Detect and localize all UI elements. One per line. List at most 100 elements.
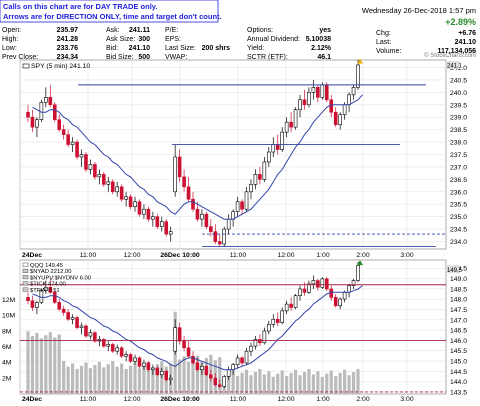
candle [307, 92, 311, 106]
candle [133, 201, 137, 208]
candle [249, 345, 253, 352]
candle [155, 367, 160, 376]
candle [110, 181, 115, 193]
candle [30, 116, 35, 128]
candle [302, 99, 307, 106]
x-tick-label: 24Dec [22, 396, 42, 403]
summary-value: 241.10 [455, 39, 477, 46]
volume-bar [262, 374, 266, 394]
candle [275, 144, 280, 150]
candle [320, 278, 325, 288]
candle [204, 213, 209, 227]
summary-label: Volume: [376, 48, 401, 55]
trade-note: Calls on this chart are for DAY TRADE on… [0, 0, 222, 23]
volume-tick-label: 8M [2, 328, 12, 335]
candle [222, 228, 227, 245]
legend-swatch [22, 262, 29, 267]
volume-bar [66, 366, 70, 394]
volume-bar [53, 337, 57, 394]
candle [61, 129, 66, 135]
candle [159, 221, 164, 227]
chart-svg: Open: 235.97 Ask: 241.11 P/E: Options: yes High… [0, 0, 480, 406]
candle [258, 174, 262, 180]
candle [61, 308, 66, 313]
candle [324, 84, 329, 101]
y-tick-label: 145.5 [450, 348, 467, 355]
candle [39, 101, 44, 120]
candle [347, 94, 351, 106]
x-tick-label: 2:00 [356, 252, 369, 259]
candle [289, 121, 293, 128]
candle [66, 312, 70, 320]
x-tick-label: 3:00 [400, 396, 413, 403]
candle [146, 208, 151, 220]
candle [209, 374, 213, 379]
last-price-label: 149.5 [447, 268, 463, 274]
y-tick-label: 148.5 [450, 286, 467, 293]
candle [48, 97, 53, 106]
candle [173, 156, 177, 193]
x-tick-label: 12:00 [123, 252, 140, 259]
volume-bar [111, 361, 115, 394]
y-tick-label: 144.0 [450, 379, 467, 386]
x-tick-label: 3:00 [400, 252, 413, 259]
candle [75, 141, 79, 158]
volume-bar [48, 332, 52, 394]
legend-label: $TRIN 0.51 [30, 288, 60, 294]
candle [177, 156, 182, 178]
candle [244, 350, 249, 364]
quote-label: P/E: [165, 27, 178, 34]
quote-label: High: [2, 36, 18, 43]
volume-bar [302, 372, 307, 394]
candle [88, 332, 93, 337]
volume-bar [249, 375, 253, 394]
quote-label: EPS: [165, 36, 181, 43]
candle [342, 292, 347, 300]
volume-tick-label: 4M [2, 360, 12, 367]
candle [84, 325, 88, 337]
candle [226, 218, 231, 230]
candle [57, 302, 62, 310]
candle [70, 141, 75, 145]
volume-bar [218, 357, 222, 394]
candle [191, 355, 195, 364]
qqq-volume-panel: 143.5 144.0 144.5 145.0 145.5 146.0 146.5 147.0… [2, 259, 467, 403]
volume-bar [338, 372, 342, 394]
candle [57, 119, 62, 130]
volume-bar [298, 375, 302, 394]
candle [311, 280, 316, 285]
volume-bar [106, 364, 110, 394]
quote-value: 200 shrs [202, 45, 231, 52]
x-tick-label: 11:00 [80, 252, 97, 259]
volume-bar [115, 366, 119, 394]
quote-value: 5.10038 [306, 36, 331, 43]
date-time: Wednesday 26-Dec-2018 1:57 pm [362, 6, 476, 15]
volume-bar [244, 369, 249, 394]
candle [226, 369, 231, 377]
volume-bar [75, 368, 79, 394]
candle [102, 174, 106, 185]
legend-label: SPY (5 min) 241.10 [31, 63, 90, 70]
candle [35, 119, 39, 128]
volume-bar [39, 338, 43, 394]
quote-label: Last Size: [165, 45, 196, 52]
candle [284, 303, 289, 312]
y-tick-label: 145.0 [450, 359, 467, 366]
candle [333, 297, 338, 307]
quote-value: 241.28 [57, 36, 79, 43]
candle [200, 366, 204, 370]
x-tick-label: 11:00 [80, 396, 97, 403]
x-tick-label: 11:00 [230, 252, 247, 259]
y-tick-label: 144.5 [450, 369, 467, 376]
summary-value: +6.76 [458, 30, 476, 37]
quote-value: 233.76 [57, 45, 79, 52]
candle [137, 201, 142, 215]
volume-bar [182, 356, 186, 394]
x-tick-label: 11:00 [230, 396, 247, 403]
candle [195, 208, 200, 220]
candle [128, 354, 133, 362]
quote-label: Bid: [106, 45, 118, 52]
candle [115, 186, 119, 193]
spy-price-panel: 234.0 234.5 235.0 235.5 236.0 236.5 237.0 237.5… [19, 58, 467, 259]
candle [182, 176, 186, 188]
